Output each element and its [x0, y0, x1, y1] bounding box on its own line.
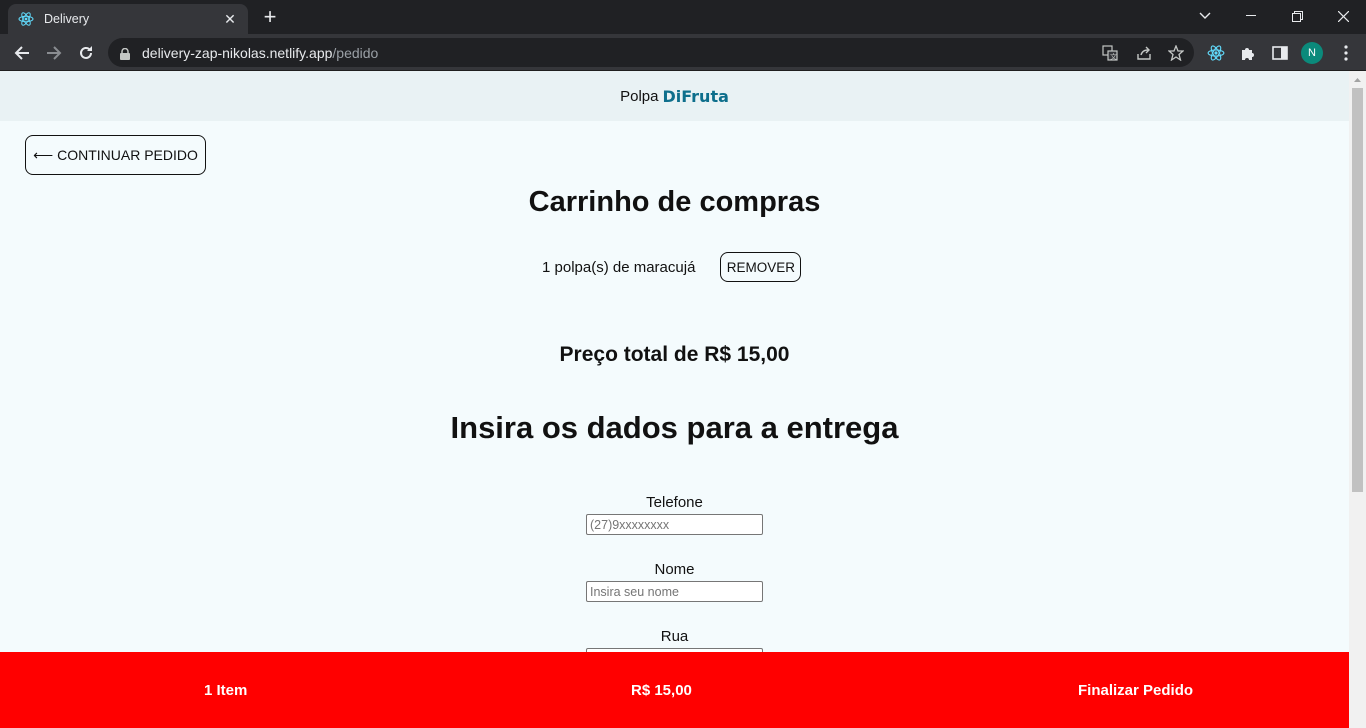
cart-item-label: 1 polpa(s) de maracujá	[542, 258, 696, 276]
order-summary-bar: 1 Item R$ 15,00 Finalizar Pedido	[0, 652, 1349, 728]
delivery-form-title: Insira os dados para a entrega	[450, 410, 899, 445]
cart-total: Preço total de R$ 15,00	[559, 343, 790, 366]
minimize-icon[interactable]	[1228, 0, 1274, 32]
react-favicon-icon	[18, 11, 34, 27]
remove-item-button[interactable]: REMOVER	[720, 252, 802, 282]
brand-prefix: Polpa	[620, 87, 659, 105]
page-content: Polpa DiFruta ⟵ CONTINUAR PEDIDO Carrinh…	[0, 71, 1349, 728]
bookmark-star-icon[interactable]	[1167, 44, 1185, 62]
reload-icon[interactable]	[73, 40, 99, 66]
tab-search-chevron-icon[interactable]	[1182, 0, 1228, 32]
scroll-up-arrow-icon[interactable]	[1349, 71, 1366, 88]
cart-item: 1 polpa(s) de maracujá REMOVER	[542, 252, 802, 282]
new-tab-icon[interactable]: +	[258, 6, 282, 28]
tab-close-icon[interactable]: ✕	[222, 11, 238, 28]
react-devtools-extension-icon[interactable]	[1205, 42, 1227, 64]
chrome-menu-icon[interactable]	[1335, 42, 1357, 64]
share-icon[interactable]	[1135, 44, 1153, 62]
phone-input[interactable]	[586, 514, 763, 535]
forward-arrow-icon[interactable]	[41, 40, 67, 66]
translate-icon[interactable]: 文	[1101, 44, 1119, 62]
footer-item-count: 1 Item	[204, 682, 248, 699]
name-input[interactable]	[586, 581, 763, 602]
footer-price: R$ 15,00	[631, 682, 692, 699]
url-domain: delivery-zap-nikolas.netlify.app	[142, 44, 333, 61]
street-label: Rua	[660, 628, 689, 645]
phone-label: Telefone	[646, 494, 703, 511]
name-label: Nome	[654, 561, 695, 578]
profile-avatar[interactable]: N	[1301, 42, 1323, 64]
browser-toolbar: delivery-zap-nikolas.netlify.app/pedido …	[0, 34, 1366, 71]
close-window-icon[interactable]	[1320, 0, 1366, 32]
browser-tab-strip: Delivery ✕ +	[0, 0, 1366, 34]
lock-icon	[120, 47, 130, 60]
finish-order-button[interactable]: Finalizar Pedido	[1078, 682, 1193, 699]
site-header: Polpa DiFruta	[0, 71, 1349, 121]
url-text: delivery-zap-nikolas.netlify.app/pedido	[142, 45, 378, 61]
side-panel-icon[interactable]	[1269, 42, 1291, 64]
cart-title: Carrinho de compras	[528, 186, 821, 218]
restore-icon[interactable]	[1274, 0, 1320, 32]
svg-text:文: 文	[1110, 52, 1117, 61]
back-arrow-icon[interactable]	[9, 40, 35, 66]
browser-tab[interactable]: Delivery ✕	[8, 4, 248, 34]
tab-title: Delivery	[44, 12, 90, 26]
scrollbar-thumb[interactable]	[1352, 88, 1363, 492]
url-path: /pedido	[332, 44, 379, 61]
extensions-puzzle-icon[interactable]	[1237, 42, 1259, 64]
brand-name: DiFruta	[662, 86, 729, 106]
continue-order-button[interactable]: ⟵ CONTINUAR PEDIDO	[25, 135, 206, 175]
address-bar[interactable]: delivery-zap-nikolas.netlify.app/pedido …	[108, 38, 1194, 67]
